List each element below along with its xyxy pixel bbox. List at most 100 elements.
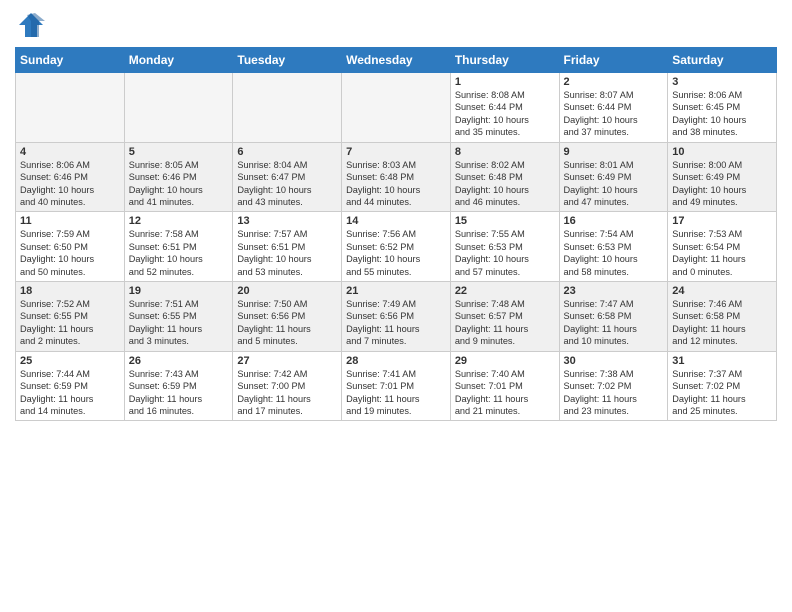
day-number: 8	[455, 146, 555, 158]
cell-content: Sunrise: 7:57 AM Sunset: 6:51 PM Dayligh…	[237, 228, 337, 278]
day-number: 17	[672, 215, 772, 227]
calendar-cell: 17Sunrise: 7:53 AM Sunset: 6:54 PM Dayli…	[668, 212, 777, 282]
calendar-cell	[342, 73, 451, 143]
day-number: 15	[455, 215, 555, 227]
day-number: 29	[455, 355, 555, 367]
calendar-cell: 7Sunrise: 8:03 AM Sunset: 6:48 PM Daylig…	[342, 142, 451, 212]
cell-content: Sunrise: 7:41 AM Sunset: 7:01 PM Dayligh…	[346, 368, 446, 418]
cell-content: Sunrise: 7:38 AM Sunset: 7:02 PM Dayligh…	[564, 368, 664, 418]
calendar-cell: 28Sunrise: 7:41 AM Sunset: 7:01 PM Dayli…	[342, 351, 451, 421]
calendar-week-5: 25Sunrise: 7:44 AM Sunset: 6:59 PM Dayli…	[16, 351, 777, 421]
calendar-cell: 5Sunrise: 8:05 AM Sunset: 6:46 PM Daylig…	[124, 142, 233, 212]
cell-content: Sunrise: 7:42 AM Sunset: 7:00 PM Dayligh…	[237, 368, 337, 418]
cell-content: Sunrise: 7:51 AM Sunset: 6:55 PM Dayligh…	[129, 298, 229, 348]
day-number: 27	[237, 355, 337, 367]
day-number: 9	[564, 146, 664, 158]
calendar-cell: 18Sunrise: 7:52 AM Sunset: 6:55 PM Dayli…	[16, 282, 125, 352]
day-number: 6	[237, 146, 337, 158]
cell-content: Sunrise: 7:49 AM Sunset: 6:56 PM Dayligh…	[346, 298, 446, 348]
day-number: 12	[129, 215, 229, 227]
calendar-cell: 31Sunrise: 7:37 AM Sunset: 7:02 PM Dayli…	[668, 351, 777, 421]
cell-content: Sunrise: 7:47 AM Sunset: 6:58 PM Dayligh…	[564, 298, 664, 348]
cell-content: Sunrise: 7:44 AM Sunset: 6:59 PM Dayligh…	[20, 368, 120, 418]
day-number: 23	[564, 285, 664, 297]
calendar-week-4: 18Sunrise: 7:52 AM Sunset: 6:55 PM Dayli…	[16, 282, 777, 352]
day-number: 1	[455, 76, 555, 88]
calendar-header-monday: Monday	[124, 48, 233, 73]
cell-content: Sunrise: 8:05 AM Sunset: 6:46 PM Dayligh…	[129, 159, 229, 209]
calendar-cell: 14Sunrise: 7:56 AM Sunset: 6:52 PM Dayli…	[342, 212, 451, 282]
calendar-cell: 12Sunrise: 7:58 AM Sunset: 6:51 PM Dayli…	[124, 212, 233, 282]
day-number: 25	[20, 355, 120, 367]
calendar-cell: 19Sunrise: 7:51 AM Sunset: 6:55 PM Dayli…	[124, 282, 233, 352]
calendar-cell	[16, 73, 125, 143]
cell-content: Sunrise: 7:58 AM Sunset: 6:51 PM Dayligh…	[129, 228, 229, 278]
calendar-cell: 2Sunrise: 8:07 AM Sunset: 6:44 PM Daylig…	[559, 73, 668, 143]
cell-content: Sunrise: 8:03 AM Sunset: 6:48 PM Dayligh…	[346, 159, 446, 209]
cell-content: Sunrise: 7:46 AM Sunset: 6:58 PM Dayligh…	[672, 298, 772, 348]
day-number: 7	[346, 146, 446, 158]
page: SundayMondayTuesdayWednesdayThursdayFrid…	[0, 0, 792, 612]
cell-content: Sunrise: 7:53 AM Sunset: 6:54 PM Dayligh…	[672, 228, 772, 278]
calendar-header-saturday: Saturday	[668, 48, 777, 73]
header	[15, 10, 777, 39]
calendar-cell: 9Sunrise: 8:01 AM Sunset: 6:49 PM Daylig…	[559, 142, 668, 212]
calendar-cell: 23Sunrise: 7:47 AM Sunset: 6:58 PM Dayli…	[559, 282, 668, 352]
day-number: 5	[129, 146, 229, 158]
calendar-cell	[233, 73, 342, 143]
day-number: 13	[237, 215, 337, 227]
cell-content: Sunrise: 8:06 AM Sunset: 6:46 PM Dayligh…	[20, 159, 120, 209]
calendar-header-sunday: Sunday	[16, 48, 125, 73]
cell-content: Sunrise: 8:04 AM Sunset: 6:47 PM Dayligh…	[237, 159, 337, 209]
calendar-header-row: SundayMondayTuesdayWednesdayThursdayFrid…	[16, 48, 777, 73]
calendar-cell: 11Sunrise: 7:59 AM Sunset: 6:50 PM Dayli…	[16, 212, 125, 282]
cell-content: Sunrise: 7:40 AM Sunset: 7:01 PM Dayligh…	[455, 368, 555, 418]
cell-content: Sunrise: 8:08 AM Sunset: 6:44 PM Dayligh…	[455, 89, 555, 139]
calendar-cell: 1Sunrise: 8:08 AM Sunset: 6:44 PM Daylig…	[450, 73, 559, 143]
calendar-cell: 8Sunrise: 8:02 AM Sunset: 6:48 PM Daylig…	[450, 142, 559, 212]
calendar-header-friday: Friday	[559, 48, 668, 73]
cell-content: Sunrise: 7:37 AM Sunset: 7:02 PM Dayligh…	[672, 368, 772, 418]
calendar-cell: 20Sunrise: 7:50 AM Sunset: 6:56 PM Dayli…	[233, 282, 342, 352]
logo	[15, 15, 45, 39]
logo-icon	[17, 11, 45, 39]
cell-content: Sunrise: 7:52 AM Sunset: 6:55 PM Dayligh…	[20, 298, 120, 348]
calendar-cell: 6Sunrise: 8:04 AM Sunset: 6:47 PM Daylig…	[233, 142, 342, 212]
day-number: 30	[564, 355, 664, 367]
calendar-cell: 4Sunrise: 8:06 AM Sunset: 6:46 PM Daylig…	[16, 142, 125, 212]
day-number: 3	[672, 76, 772, 88]
calendar-cell: 10Sunrise: 8:00 AM Sunset: 6:49 PM Dayli…	[668, 142, 777, 212]
calendar-cell: 21Sunrise: 7:49 AM Sunset: 6:56 PM Dayli…	[342, 282, 451, 352]
calendar-cell: 25Sunrise: 7:44 AM Sunset: 6:59 PM Dayli…	[16, 351, 125, 421]
calendar-cell: 22Sunrise: 7:48 AM Sunset: 6:57 PM Dayli…	[450, 282, 559, 352]
day-number: 21	[346, 285, 446, 297]
day-number: 10	[672, 146, 772, 158]
calendar-cell: 27Sunrise: 7:42 AM Sunset: 7:00 PM Dayli…	[233, 351, 342, 421]
calendar-cell: 26Sunrise: 7:43 AM Sunset: 6:59 PM Dayli…	[124, 351, 233, 421]
day-number: 4	[20, 146, 120, 158]
day-number: 11	[20, 215, 120, 227]
day-number: 20	[237, 285, 337, 297]
calendar-cell: 24Sunrise: 7:46 AM Sunset: 6:58 PM Dayli…	[668, 282, 777, 352]
cell-content: Sunrise: 7:48 AM Sunset: 6:57 PM Dayligh…	[455, 298, 555, 348]
calendar-header-wednesday: Wednesday	[342, 48, 451, 73]
calendar-header-thursday: Thursday	[450, 48, 559, 73]
calendar-week-3: 11Sunrise: 7:59 AM Sunset: 6:50 PM Dayli…	[16, 212, 777, 282]
day-number: 2	[564, 76, 664, 88]
day-number: 19	[129, 285, 229, 297]
day-number: 31	[672, 355, 772, 367]
calendar-week-2: 4Sunrise: 8:06 AM Sunset: 6:46 PM Daylig…	[16, 142, 777, 212]
cell-content: Sunrise: 8:07 AM Sunset: 6:44 PM Dayligh…	[564, 89, 664, 139]
calendar-cell: 30Sunrise: 7:38 AM Sunset: 7:02 PM Dayli…	[559, 351, 668, 421]
day-number: 26	[129, 355, 229, 367]
cell-content: Sunrise: 7:55 AM Sunset: 6:53 PM Dayligh…	[455, 228, 555, 278]
cell-content: Sunrise: 7:43 AM Sunset: 6:59 PM Dayligh…	[129, 368, 229, 418]
calendar-cell: 15Sunrise: 7:55 AM Sunset: 6:53 PM Dayli…	[450, 212, 559, 282]
day-number: 28	[346, 355, 446, 367]
calendar-cell: 16Sunrise: 7:54 AM Sunset: 6:53 PM Dayli…	[559, 212, 668, 282]
day-number: 22	[455, 285, 555, 297]
calendar-cell: 29Sunrise: 7:40 AM Sunset: 7:01 PM Dayli…	[450, 351, 559, 421]
calendar-cell: 3Sunrise: 8:06 AM Sunset: 6:45 PM Daylig…	[668, 73, 777, 143]
day-number: 14	[346, 215, 446, 227]
cell-content: Sunrise: 7:56 AM Sunset: 6:52 PM Dayligh…	[346, 228, 446, 278]
